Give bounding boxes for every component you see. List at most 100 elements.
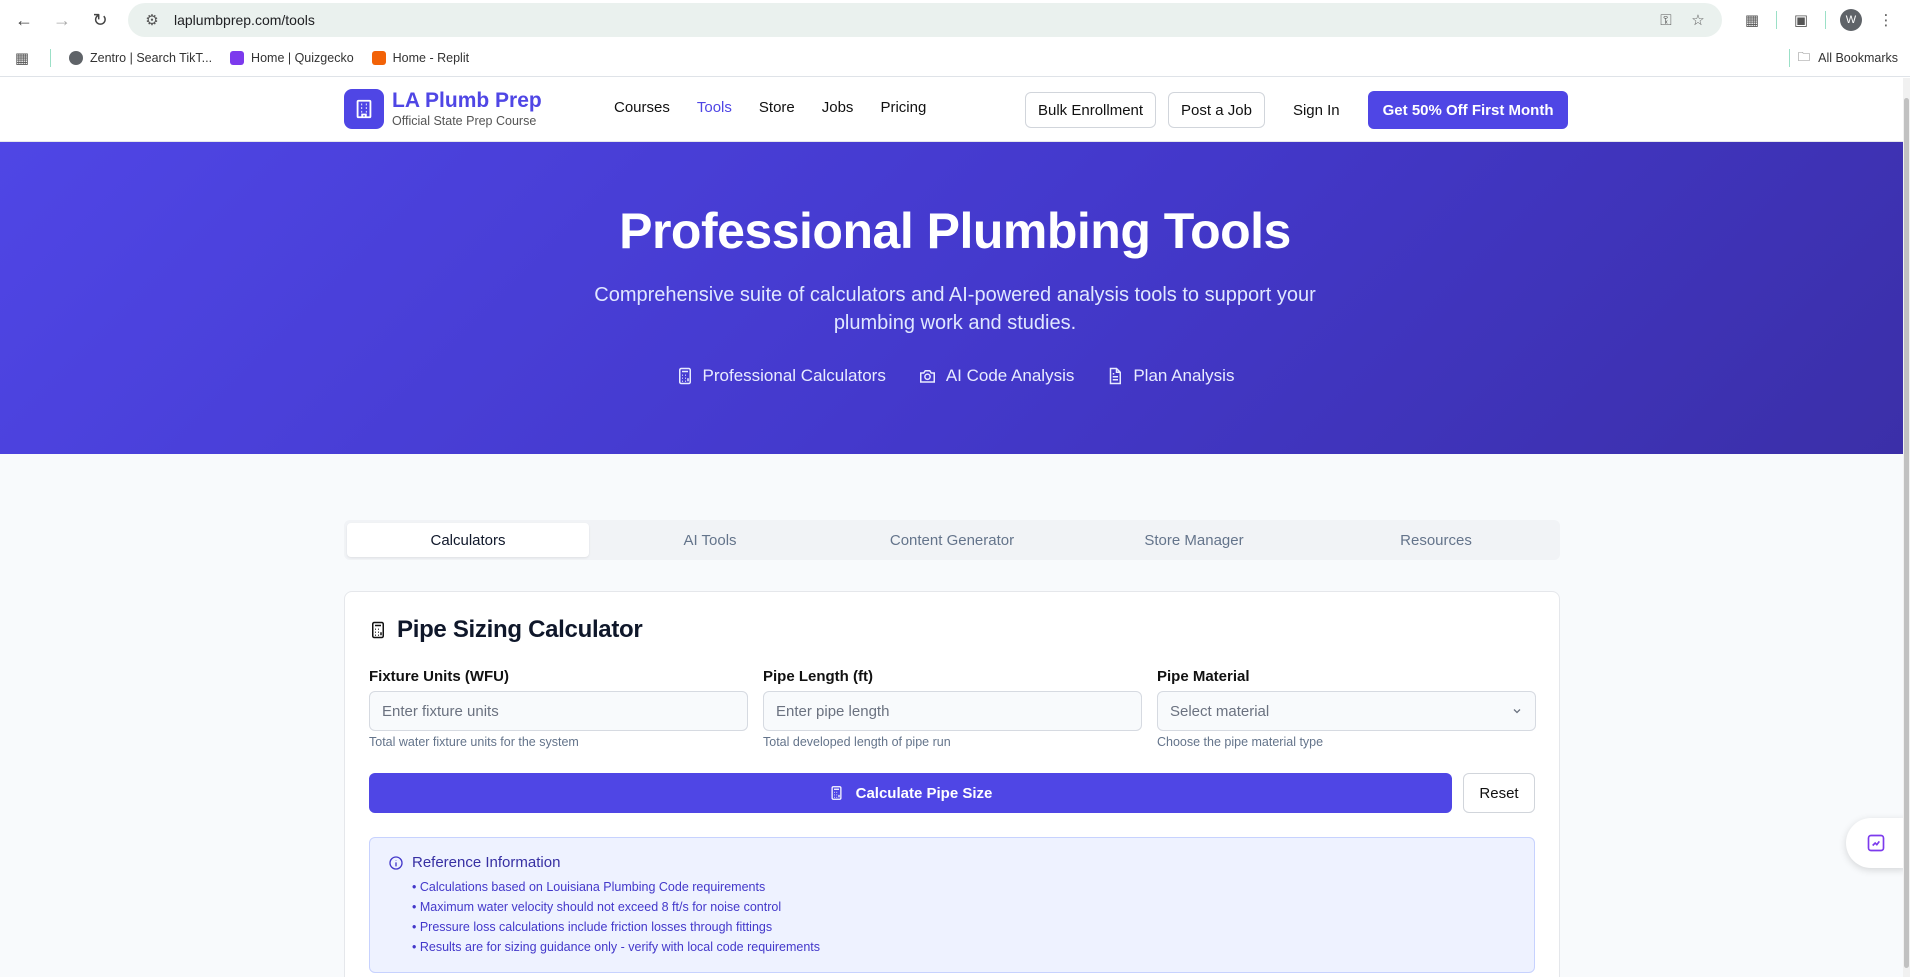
field-help: Total water fixture units for the system xyxy=(369,735,579,749)
pipe-length-field: Pipe Length (ft) Enter pipe length Total… xyxy=(763,668,1142,749)
extensions-icon[interactable]: ▦ xyxy=(1742,11,1762,29)
bookmark-label: Home - Replit xyxy=(392,51,470,65)
card-title: Pipe Sizing Calculator xyxy=(369,616,643,644)
menu-dots-icon[interactable]: ⋮ xyxy=(1876,11,1896,29)
calculate-label: Calculate Pipe Size xyxy=(855,784,993,802)
cta-button[interactable]: Get 50% Off First Month xyxy=(1367,91,1569,129)
field-label: Fixture Units (WFU) xyxy=(369,668,509,685)
tab-resources[interactable]: Resources xyxy=(1315,523,1557,557)
field-label: Pipe Length (ft) xyxy=(763,668,873,685)
reference-item: • Calculations based on Louisiana Plumbi… xyxy=(412,880,766,894)
field-label: Pipe Material xyxy=(1157,668,1250,685)
apps-grid-icon[interactable]: ▦ xyxy=(12,49,32,67)
hero-features: Professional Calculators AI Code Analysi… xyxy=(0,366,1910,386)
fixture-units-field: Fixture Units (WFU) Enter fixture units … xyxy=(369,668,748,749)
star-icon[interactable]: ☆ xyxy=(1688,11,1708,29)
main-nav: Courses Tools Store Jobs Pricing xyxy=(614,99,926,116)
bookmark-quizgecko[interactable]: Home | Quizgecko xyxy=(230,51,354,65)
nav-pricing[interactable]: Pricing xyxy=(880,99,926,116)
address-bar[interactable]: ⚙ laplumbprep.com/tools ⚿ ☆ xyxy=(128,3,1722,37)
feature-label: Plan Analysis xyxy=(1133,366,1235,385)
bookmarks-divider xyxy=(1788,49,1790,67)
nav-tools[interactable]: Tools xyxy=(697,99,732,116)
feature-calculators: Professional Calculators xyxy=(676,366,886,386)
brand-title: LA Plumb Prep xyxy=(392,89,542,112)
reload-icon[interactable]: ↻ xyxy=(84,4,116,36)
hero-title: Professional Plumbing Tools xyxy=(619,203,1291,259)
browser-toolbar: ← → ↻ ⚙ laplumbprep.com/tools ⚿ ☆ ▦ ▣ W … xyxy=(0,0,1910,40)
brand[interactable]: LA Plumb Prep Official State Prep Course xyxy=(344,89,542,129)
tools-tabs: Calculators AI Tools Content Generator S… xyxy=(344,520,1560,560)
card-title-text: Pipe Sizing Calculator xyxy=(397,616,643,643)
calculate-button[interactable]: Calculate Pipe Size xyxy=(369,773,1452,813)
back-icon[interactable]: ← xyxy=(8,4,40,36)
all-bookmarks-label: All Bookmarks xyxy=(1818,51,1898,65)
site-info-icon[interactable]: ⚙ xyxy=(142,11,162,29)
tab-ai-tools[interactable]: AI Tools xyxy=(589,523,831,557)
feature-label: AI Code Analysis xyxy=(945,366,1075,385)
quizgecko-icon xyxy=(230,51,245,65)
reference-title: Reference Information xyxy=(412,854,561,871)
field-help: Choose the pipe material type xyxy=(1157,735,1324,749)
hero-subtitle: Comprehensive suite of calculators and A… xyxy=(594,284,1316,334)
feature-label: Professional Calculators xyxy=(702,366,886,385)
bookmark-label: Zentro | Search TikT... xyxy=(90,51,213,65)
reference-heading: Reference Information xyxy=(388,854,1516,871)
floating-chat-widget[interactable] xyxy=(1846,818,1906,868)
feature-ai-code: AI Code Analysis xyxy=(918,366,1075,386)
url-text: laplumbprep.com/tools xyxy=(174,12,315,28)
select-value: Select material xyxy=(1170,702,1270,720)
calculator-icon xyxy=(831,786,842,800)
chevron-down-icon xyxy=(1513,709,1521,714)
info-icon xyxy=(389,855,403,870)
pipe-sizing-card: Pipe Sizing Calculator Fixture Units (WF… xyxy=(344,591,1560,977)
toolbar-divider xyxy=(1825,11,1826,29)
reference-info: Reference Information • Calculations bas… xyxy=(369,837,1535,973)
bookmarks-divider xyxy=(50,49,51,67)
fixture-units-input[interactable]: Enter fixture units xyxy=(369,691,748,731)
hero: Professional Plumbing Tools Comprehensiv… xyxy=(0,142,1910,454)
reference-item: • Results are for sizing guidance only -… xyxy=(412,940,821,954)
nav-courses[interactable]: Courses xyxy=(614,99,670,116)
all-bookmarks[interactable]: 🗀 All Bookmarks xyxy=(1788,48,1898,69)
feature-plan-analysis: Plan Analysis xyxy=(1106,366,1234,386)
pipe-material-field: Pipe Material Select material Choose the… xyxy=(1157,668,1536,749)
replit-icon xyxy=(371,51,386,65)
page-scrollbar[interactable] xyxy=(1903,78,1910,977)
nav-store[interactable]: Store xyxy=(759,99,795,116)
camera-icon xyxy=(919,370,935,383)
reference-list: • Calculations based on Louisiana Plumbi… xyxy=(388,877,1516,957)
key-icon[interactable]: ⚿ xyxy=(1656,12,1676,29)
bookmark-label: Home | Quizgecko xyxy=(251,51,354,65)
reset-button[interactable]: Reset xyxy=(1463,773,1535,813)
brand-subtitle: Official State Prep Course xyxy=(392,114,537,128)
pipe-length-input[interactable]: Enter pipe length xyxy=(763,691,1142,731)
calculator-icon xyxy=(372,621,384,639)
calculator-icon xyxy=(678,367,691,385)
folder-icon: 🗀 xyxy=(1797,49,1811,64)
tab-content-generator[interactable]: Content Generator xyxy=(831,523,1073,557)
bookmark-replit[interactable]: Home - Replit xyxy=(371,51,470,65)
scrollbar-thumb[interactable] xyxy=(1904,98,1909,968)
screen-search-icon[interactable]: ▣ xyxy=(1791,11,1811,29)
widget-icon xyxy=(1867,834,1885,852)
pipe-material-select[interactable]: Select material xyxy=(1157,691,1536,731)
building-icon xyxy=(344,89,384,129)
site-header: LA Plumb Prep Official State Prep Course… xyxy=(0,77,1910,142)
bookmark-zentro[interactable]: Zentro | Search TikT... xyxy=(69,51,212,65)
field-help: Total developed length of pipe run xyxy=(763,735,951,749)
sign-in-button[interactable]: Sign In xyxy=(1277,92,1356,128)
tab-calculators[interactable]: Calculators xyxy=(347,523,589,557)
tab-store-manager[interactable]: Store Manager xyxy=(1073,523,1315,557)
bulk-enrollment-button[interactable]: Bulk Enrollment xyxy=(1025,92,1157,128)
document-icon xyxy=(1110,367,1122,385)
nav-jobs[interactable]: Jobs xyxy=(822,99,854,116)
profile-avatar[interactable]: W xyxy=(1840,9,1862,31)
forward-icon[interactable]: → xyxy=(46,4,78,36)
post-job-button[interactable]: Post a Job xyxy=(1168,92,1265,128)
bookmarks-bar: ▦ Zentro | Search TikT... Home | Quizgec… xyxy=(0,40,1910,77)
toolbar-divider xyxy=(1776,11,1777,29)
reference-item: • Pressure loss calculations include fri… xyxy=(412,920,773,934)
globe-icon xyxy=(69,51,83,65)
header-actions: Bulk Enrollment Post a Job Sign In Get 5… xyxy=(1025,91,1569,129)
